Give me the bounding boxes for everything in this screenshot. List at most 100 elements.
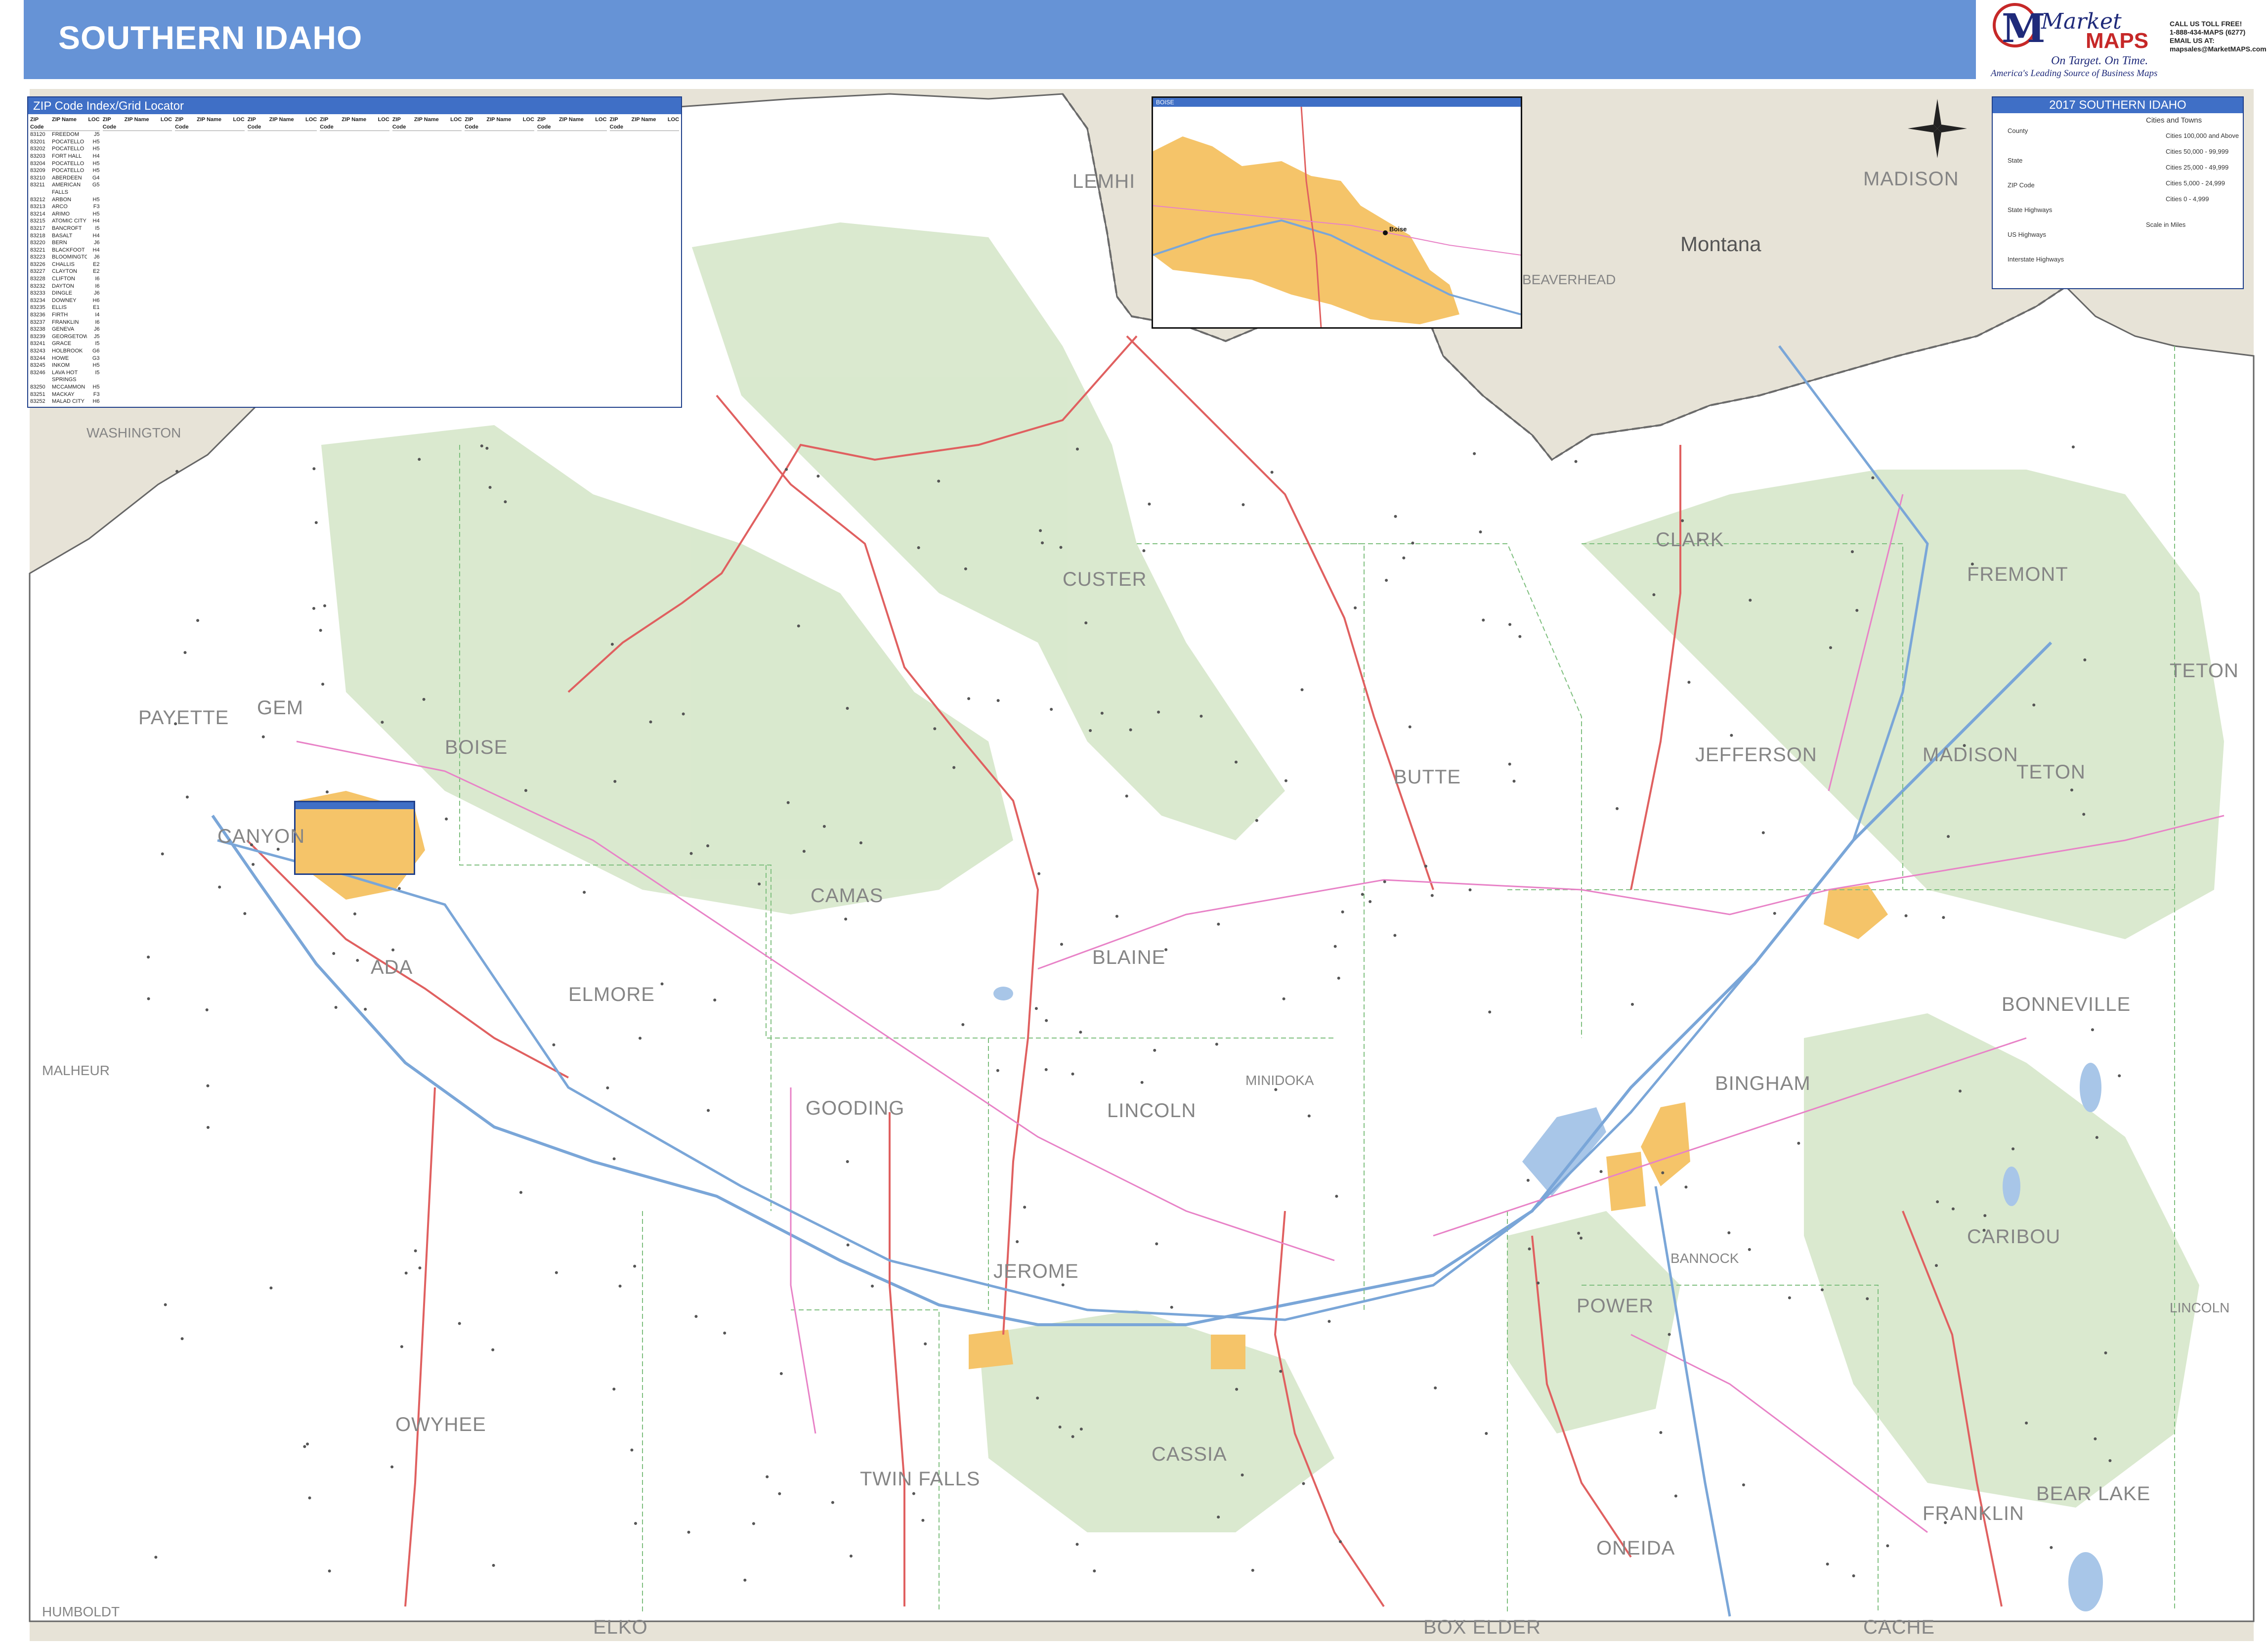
town-dot xyxy=(1300,688,1304,692)
town-dot xyxy=(1730,734,1733,737)
inset-canvas: Boise xyxy=(1153,106,1521,327)
town-dot xyxy=(205,1008,209,1012)
town-dot xyxy=(2091,1028,2094,1032)
town-dot xyxy=(1508,762,1511,766)
zip-index-row: 83212 ARBON H5 xyxy=(30,196,100,203)
town-dot xyxy=(831,1501,834,1504)
town-dot xyxy=(1235,1387,1239,1391)
boise-inset-locator[interactable] xyxy=(294,801,415,875)
town-dot xyxy=(1255,819,1258,822)
zip-index-row: 83217 BANCROFT I5 xyxy=(30,225,100,231)
town-dot xyxy=(391,948,395,952)
town-dot xyxy=(1947,835,1950,838)
town-dot xyxy=(706,844,710,848)
legend-item: State xyxy=(2008,157,2023,164)
town-dot xyxy=(524,789,527,792)
town-dot xyxy=(752,1522,755,1525)
zip-index-header: ZIP Code ZIP Name LOC xyxy=(392,116,462,131)
town-dot xyxy=(2082,813,2086,816)
town-dot xyxy=(1034,1007,1038,1010)
town-dot xyxy=(1579,1236,1583,1240)
legend-item: Interstate Highways xyxy=(2008,256,2064,263)
town-dot xyxy=(933,727,937,731)
zip-index-row: 83218 BASALT H4 xyxy=(30,232,100,239)
town-dot xyxy=(2050,1546,2053,1549)
inset-locator-bar xyxy=(296,802,414,809)
town-dot xyxy=(1574,460,1578,463)
county-label: POWER xyxy=(1577,1295,1654,1317)
town-dot xyxy=(1235,760,1238,764)
zip-index-header: ZIP Code ZIP Name LOC xyxy=(537,116,607,131)
town-dot xyxy=(786,801,790,804)
town-dot xyxy=(519,1191,522,1194)
town-dot xyxy=(633,1264,637,1268)
town-dot xyxy=(1661,1171,1665,1174)
town-dot xyxy=(1468,888,1472,892)
town-dot xyxy=(154,1556,158,1559)
legend-city-class: Cities 50,000 - 99,999 xyxy=(2166,148,2229,155)
town-dot xyxy=(1829,646,1832,650)
town-dot xyxy=(319,629,322,632)
town-dot xyxy=(504,500,507,504)
town-dot xyxy=(1488,1010,1492,1014)
county-label: ELKO xyxy=(593,1616,648,1638)
town-dot xyxy=(1479,530,1482,534)
town-dot xyxy=(1140,1081,1144,1084)
town-dot xyxy=(1599,1170,1603,1173)
town-dot xyxy=(206,1084,210,1087)
county-label: BEAR LAKE xyxy=(2036,1483,2151,1505)
legend-scale: Scale in Miles xyxy=(2146,221,2186,228)
zip-index-row: 83233 DINGLE J6 xyxy=(30,290,100,297)
town-dot xyxy=(1125,794,1128,798)
legend-city-class: Cities 0 - 4,999 xyxy=(2166,195,2209,203)
zip-index-header: ZIP Code ZIP Name LOC xyxy=(30,116,100,131)
town-dot xyxy=(1482,618,1485,622)
legend-city-class: Cities 5,000 - 24,999 xyxy=(2166,179,2225,187)
zip-index-column: ZIP Code ZIP Name LOC xyxy=(102,116,172,405)
town-dot xyxy=(1537,1281,1540,1285)
town-dot xyxy=(1361,893,1364,896)
town-dot xyxy=(1385,579,1388,582)
town-dot xyxy=(364,1007,367,1011)
town-dot xyxy=(1526,1178,1530,1182)
town-dot xyxy=(583,891,586,894)
town-dot xyxy=(356,958,359,962)
zip-index-row: 83201 POCATELLO H5 xyxy=(30,138,100,145)
town-dot xyxy=(261,735,265,738)
town-dot xyxy=(1075,447,1079,451)
zip-index-column: ZIP Code ZIP Name LOC xyxy=(609,116,680,405)
county-label: LINCOLN xyxy=(1107,1100,1197,1122)
town-dot xyxy=(1251,1568,1254,1572)
boise-inset-map[interactable]: BOISE Boise xyxy=(1152,96,1522,329)
town-dot xyxy=(1302,1482,1305,1485)
town-dot xyxy=(1157,710,1160,714)
zip-index-row: 83221 BLACKFOOT H4 xyxy=(30,247,100,253)
town-dot xyxy=(1528,1247,1531,1251)
town-dot xyxy=(328,1569,331,1573)
county-label: OWYHEE xyxy=(395,1414,486,1435)
town-dot xyxy=(766,1475,769,1478)
zip-index-table: ZIP Code ZIP Name LOC 83120 FREEDOM J5 83201 PO… xyxy=(30,116,680,405)
town-dot xyxy=(1284,779,1287,782)
town-dot xyxy=(1058,1425,1062,1429)
town-dot xyxy=(1742,1483,1745,1486)
town-dot xyxy=(2032,703,2036,707)
town-dot xyxy=(1485,1432,1488,1435)
town-dot xyxy=(303,1445,306,1448)
county-label: FREMONT xyxy=(1967,563,2068,585)
town-dot xyxy=(175,470,179,473)
zip-index-row: 83211 AMERICAN FALLS G5 xyxy=(30,182,100,195)
zip-index-row: 83223BLOOMINGTONJ6 xyxy=(30,254,100,260)
town-dot xyxy=(612,1157,616,1161)
town-dot xyxy=(1241,503,1245,506)
zip-index-column: ZIP Code ZIP Name LOC xyxy=(465,116,534,405)
town-dot xyxy=(1394,515,1397,518)
zip-index-row: 83246 LAVA HOT SPRINGS I5 xyxy=(30,369,100,383)
town-dot xyxy=(606,1086,609,1089)
town-dot xyxy=(1129,728,1132,732)
town-dot xyxy=(1050,707,1053,711)
town-dot xyxy=(723,1331,727,1335)
legend-item: County xyxy=(2008,127,2028,134)
zip-index-row: 83215 ATOMIC CITY H4 xyxy=(30,218,100,224)
county-label: JEFFERSON xyxy=(1695,744,1817,766)
